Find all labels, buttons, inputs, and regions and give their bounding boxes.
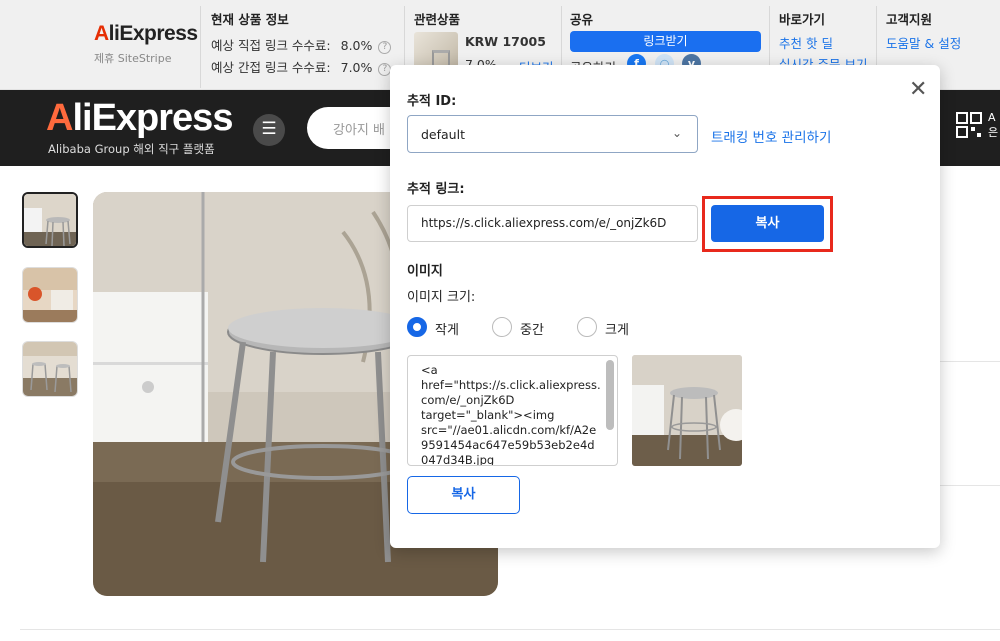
product-thumbnail[interactable]	[22, 192, 78, 248]
divider	[20, 629, 1000, 630]
direct-commission-label: 예상 직접 링크 수수료:	[211, 38, 331, 53]
image-size-label: 이미지 크기:	[407, 290, 476, 305]
related-price: KRW 17005	[465, 34, 546, 49]
sitestripe-logo-rest: liExpress	[108, 22, 198, 45]
divider	[938, 361, 1000, 362]
size-medium-label: 중간	[520, 323, 544, 338]
radio-icon[interactable]	[577, 317, 597, 337]
product-thumbnail[interactable]	[22, 341, 78, 397]
hot-deals-link[interactable]: 추천 핫 딜	[779, 33, 833, 52]
tracking-id-label: 추적 ID:	[407, 94, 457, 109]
embed-code-textarea[interactable]: <a href="https://s.click.aliexpress.com/…	[407, 355, 618, 466]
menu-icon[interactable]: ☰	[253, 114, 285, 146]
tracking-link-field[interactable]: https://s.click.aliexpress.com/e/_onjZk6…	[407, 205, 698, 242]
aliexpress-logo[interactable]: AliExpress	[46, 97, 233, 140]
indirect-commission-label: 예상 간접 링크 수수료:	[211, 60, 331, 75]
image-preview	[632, 355, 742, 466]
get-link-button[interactable]: 링크받기	[570, 31, 761, 52]
sitestripe-subtitle: 제휴 SiteStripe	[94, 52, 172, 65]
indirect-commission-value: 7.0%	[340, 60, 373, 75]
product-thumbnail[interactable]	[22, 267, 78, 323]
header-right-line1: A	[988, 111, 996, 124]
divider	[938, 485, 1000, 486]
shortcuts-title: 바로가기	[779, 12, 826, 27]
search-placeholder: 강아지 배	[333, 123, 385, 138]
chair-photo	[24, 194, 76, 246]
header-subtitle: Alibaba Group 해외 직구 플랫폼	[48, 142, 215, 156]
direct-commission-value: 8.0%	[340, 38, 373, 53]
divider	[200, 6, 201, 88]
related-title: 관련상품	[414, 12, 461, 27]
manage-tracking-link[interactable]: 트래킹 번호 관리하기	[711, 126, 831, 146]
help-settings-link[interactable]: 도움말 & 설정	[886, 33, 961, 52]
qr-code-icon[interactable]	[956, 112, 982, 138]
stool-preview-photo	[632, 355, 742, 466]
header-right-text: A 은	[988, 110, 998, 140]
header-right-line2: 은	[988, 126, 999, 139]
copy-link-button[interactable]: 복사	[711, 205, 824, 242]
logo-rest: liExpress	[72, 97, 233, 139]
size-small-label: 작게	[435, 323, 459, 338]
support-title: 고객지원	[886, 12, 933, 27]
radio-icon[interactable]	[492, 317, 512, 337]
get-link-dialog: ✕ 추적 ID: default ⌄ 트래킹 번호 관리하기 추적 링크: ht…	[390, 65, 940, 548]
close-icon[interactable]: ✕	[909, 79, 927, 101]
copy-code-button[interactable]: 복사	[407, 476, 520, 514]
indirect-commission-row: 예상 간접 링크 수수료: 7.0% ?	[211, 57, 392, 76]
embed-code-text: <a href="https://s.click.aliexpress.com/…	[421, 363, 601, 466]
info-icon[interactable]: ?	[378, 41, 392, 54]
radio-selected-icon[interactable]	[407, 317, 427, 337]
current-info-title: 현재 상품 정보	[211, 12, 289, 27]
chairs-photo	[23, 342, 77, 396]
tracking-link-value: https://s.click.aliexpress.com/e/_onjZk6…	[421, 216, 667, 230]
tracking-id-value: default	[421, 127, 465, 142]
chevron-down-icon: ⌄	[672, 126, 683, 140]
size-large-label: 크게	[605, 323, 629, 338]
tracking-link-label: 추적 링크:	[407, 182, 465, 197]
image-section-title: 이미지	[407, 264, 443, 279]
share-title: 공유	[570, 12, 594, 27]
scrollbar[interactable]	[606, 360, 614, 430]
sitestripe-logo[interactable]: AliExpress	[94, 22, 198, 46]
direct-commission-row: 예상 직접 링크 수수료: 8.0% ?	[211, 35, 392, 54]
room-photo	[23, 268, 77, 322]
tracking-id-select[interactable]: default ⌄	[407, 115, 698, 153]
